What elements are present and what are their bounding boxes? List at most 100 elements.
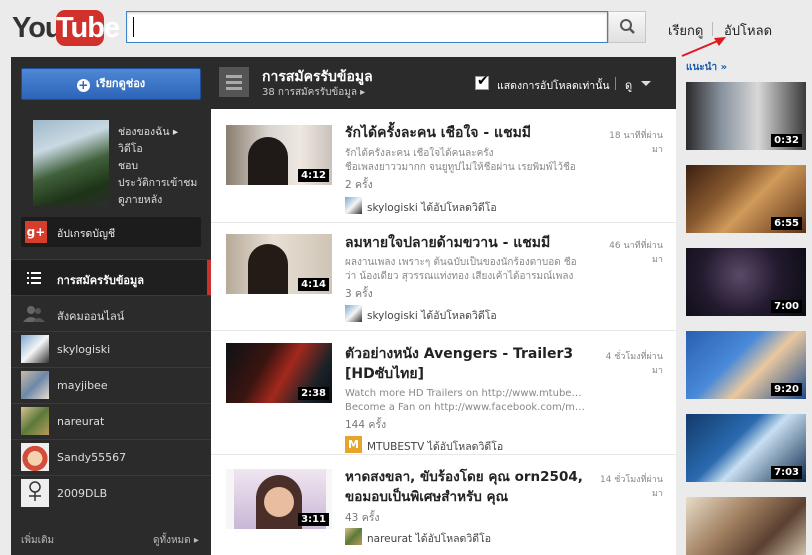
avatar xyxy=(21,371,49,399)
video-title[interactable]: ลมหายใจปลายด้ามขวาน - แชมมี xyxy=(345,233,595,253)
chevron-down-icon[interactable] xyxy=(641,81,651,86)
avatar xyxy=(21,479,49,507)
sidebar: + เรียกดูช่อง ช่องของฉัน ▸ วิดีโอ ชอบ ประ… xyxy=(11,57,211,555)
video-thumbnail[interactable]: 2:38 xyxy=(226,343,332,403)
video-thumbnail[interactable]: 4:12 xyxy=(226,125,332,185)
text-caret xyxy=(133,17,134,37)
video-duration: 3:11 xyxy=(298,513,329,526)
upload-link[interactable]: อัปโหลด xyxy=(724,20,772,41)
channel-name: nareurat xyxy=(57,415,105,428)
uploads-only-checkbox[interactable]: ✔ xyxy=(475,73,489,90)
recommended-video-thumbnail[interactable] xyxy=(686,497,806,555)
sidebar-footer: เพิ่มเติม ดูทั้งหมด ▸ xyxy=(11,527,211,555)
logo-you-text: You xyxy=(12,12,63,44)
avatar xyxy=(345,305,362,322)
plus-icon: + xyxy=(76,78,90,92)
video-description: ชื่อเพลงยาววมากก จนยูทูปไม่ให้ชื่อผ่าน เ… xyxy=(345,162,576,173)
view-dropdown[interactable]: ดู xyxy=(625,76,632,94)
more-link[interactable]: เพิ่มเติม xyxy=(21,533,54,548)
video-duration: 4:12 xyxy=(298,169,329,182)
avatar xyxy=(21,407,49,435)
search-input[interactable] xyxy=(126,11,608,43)
logo-tube-text: Tube xyxy=(56,10,120,46)
feed-item: 3:11 หาดสงขลา, ขับร้องโดย คุณ orn2504, ข… xyxy=(211,455,676,555)
channel-name: mayjibee xyxy=(57,379,108,392)
view-count: 144 ครั้ง xyxy=(345,419,387,431)
video-timestamp: 46 นาทีที่ผ่านมา xyxy=(609,241,663,265)
feed-item: 2:38 ตัวอย่างหนัง Avengers - Trailer3 [H… xyxy=(211,331,676,455)
feed-menu-button[interactable] xyxy=(219,67,249,97)
video-title[interactable]: รักได้ครั้งละคน เชือใจ - แชมมี xyxy=(345,123,595,143)
uploads-only-label: แสดงการอัปโหลดเท่านั้น xyxy=(497,80,610,92)
video-duration: 4:14 xyxy=(298,278,329,291)
video-description: รักได้ครั้งละคน เชือใจได้คนละครั้ง xyxy=(345,148,494,159)
google-plus-icon: g+ xyxy=(25,221,47,243)
video-title[interactable]: หาดสงขลา, ขับร้องโดย คุณ orn2504, ขอมอบเ… xyxy=(345,467,595,507)
uploader-text: nareurat ได้อัปโหลดวิดีโอ xyxy=(367,533,492,545)
sidebar-item-channel[interactable]: 2009DLB xyxy=(11,475,211,511)
video-duration: 6:55 xyxy=(771,217,802,230)
video-thumbnail[interactable]: 3:11 xyxy=(226,469,332,529)
profile-link-watch-later[interactable]: ดูภายหลัง xyxy=(118,191,162,208)
upgrade-account-label: อัปเกรดบัญชี xyxy=(57,228,116,240)
browse-channels-button[interactable]: + เรียกดูช่อง xyxy=(21,68,201,100)
subscriptions-feed: การสมัครรับข้อมูล 38 การสมัครรับข้อมูล ▸… xyxy=(211,57,676,555)
sidebar-item-label: สังคมออนไลน์ xyxy=(57,310,125,323)
uploader-info[interactable]: nareurat ได้อัปโหลดวิดีโอ xyxy=(345,528,645,546)
people-icon xyxy=(23,306,45,322)
subscription-count-link[interactable]: 38 การสมัครรับข้อมูล ▸ xyxy=(262,85,365,100)
avatar xyxy=(21,443,49,471)
video-timestamp: 14 ชั่วโมงที่ผ่านมา xyxy=(599,475,663,499)
sidebar-item-channel[interactable]: Sandy55567 xyxy=(11,439,211,475)
search-button[interactable] xyxy=(608,11,646,43)
view-count: 2 ครั้ง xyxy=(345,179,373,191)
profile-link-history[interactable]: ประวัติการเข้าชม xyxy=(118,174,197,191)
browse-channels-label: เรียกดูช่อง xyxy=(95,77,146,90)
sidebar-item-subscriptions[interactable]: การสมัครรับข้อมูล xyxy=(11,259,211,296)
uploader-info[interactable]: skylogiski ได้อัปโหลดวิดีโอ xyxy=(345,197,645,215)
uploader-text: skylogiski ได้อัปโหลดวิดีโอ xyxy=(367,202,497,214)
sidebar-item-channel[interactable]: mayjibee xyxy=(11,367,211,403)
uploader-text: skylogiski ได้อัปโหลดวิดีโอ xyxy=(367,310,497,322)
sidebar-item-social[interactable]: สังคมออนไลน์ xyxy=(11,295,211,331)
uploader-info[interactable]: M MTUBESTV ได้อัปโหลดวิดีโอ xyxy=(345,436,645,454)
video-thumbnail[interactable]: 4:14 xyxy=(226,234,332,294)
video-duration: 7:03 xyxy=(771,466,802,479)
avatar xyxy=(345,197,362,214)
recommended-video-thumbnail[interactable]: 9:20 xyxy=(686,331,806,399)
video-duration: 9:20 xyxy=(771,383,802,396)
profile-link-likes[interactable]: ชอบ xyxy=(118,157,138,174)
see-all-link[interactable]: ดูทั้งหมด ▸ xyxy=(153,533,199,548)
youtube-logo[interactable]: You Tube xyxy=(12,10,120,46)
channel-name: 2009DLB xyxy=(57,487,108,500)
recommended-video-thumbnail[interactable]: 6:55 xyxy=(686,165,806,233)
uploader-info[interactable]: skylogiski ได้อัปโหลดวิดีโอ xyxy=(345,305,645,323)
recommended-video-thumbnail[interactable]: 0:32 xyxy=(686,82,806,150)
recommended-video-thumbnail[interactable]: 7:00 xyxy=(686,248,806,316)
sidebar-item-label: การสมัครรับข้อมูล xyxy=(57,274,144,287)
profile-link-videos[interactable]: วิดีโอ xyxy=(118,140,143,157)
view-count: 3 ครั้ง xyxy=(345,288,373,300)
sidebar-item-channel[interactable]: nareurat xyxy=(11,403,211,439)
profile-picture[interactable] xyxy=(33,120,109,206)
checkmark-icon: ✔ xyxy=(477,73,489,89)
view-count: 43 ครั้ง xyxy=(345,512,380,524)
video-description: ว่า น้องเดียว สุวรรณแท่งทอง เสียงเค้าได้… xyxy=(345,271,574,282)
feed-header: การสมัครรับข้อมูล 38 การสมัครรับข้อมูล ▸… xyxy=(211,57,676,109)
profile-link-my-channel[interactable]: ช่องของฉัน ▸ xyxy=(118,123,178,140)
recommended-link[interactable]: แนะนำ » xyxy=(686,60,727,75)
header-divider xyxy=(615,77,616,90)
mtubes-logo-icon: M xyxy=(345,436,362,453)
video-description: ผลงานเพลง เพราะๆ ต้นฉบับเป็นของนักร้องดา… xyxy=(345,257,577,268)
video-title[interactable]: ตัวอย่างหนัง Avengers - Trailer3 [HDซับไ… xyxy=(345,344,595,384)
feed-item: 4:12 รักได้ครั้งละคน เชือใจ - แชมมี 18 น… xyxy=(211,109,676,223)
recommended-video-thumbnail[interactable]: 7:03 xyxy=(686,414,806,482)
video-description: Become a Fan on http://www.facebook.com/… xyxy=(345,402,585,413)
stick-figure-icon xyxy=(29,481,41,501)
channel-name: Sandy55567 xyxy=(57,451,127,464)
sidebar-item-channel[interactable]: skylogiski xyxy=(11,331,211,367)
search-icon xyxy=(620,19,635,34)
channel-name: skylogiski xyxy=(57,343,111,356)
feed-item: 4:14 ลมหายใจปลายด้ามขวาน - แชมมี 46 นาที… xyxy=(211,223,676,331)
upgrade-account-button[interactable]: g+ อัปเกรดบัญชี xyxy=(21,217,201,247)
